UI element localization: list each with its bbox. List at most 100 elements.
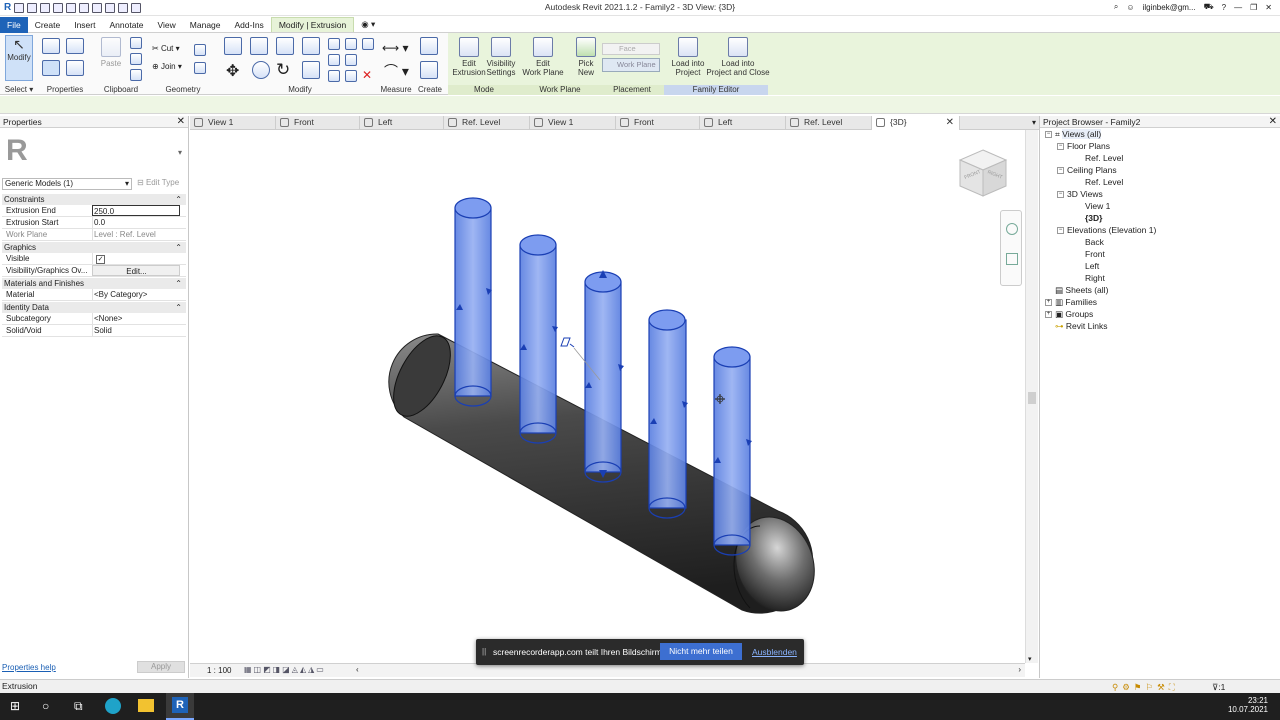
tab-front[interactable]: Front (276, 116, 360, 130)
tree-item-ref-level-ceiling[interactable]: Ref. Level (1085, 177, 1123, 187)
collapse-icon[interactable]: − (1057, 143, 1064, 151)
tree-item-families[interactable]: + ▥ Families (1045, 297, 1097, 307)
tab-add-ins[interactable]: Add-Ins (228, 18, 271, 32)
hide-button[interactable]: Ausblenden (752, 647, 797, 657)
split-face-icon[interactable] (194, 62, 206, 74)
cylinder-1[interactable] (454, 197, 492, 407)
type-dropdown-arrow-icon[interactable]: ▾ (178, 148, 182, 157)
steering-wheel-icon[interactable] (1006, 223, 1018, 235)
tree-item-view-1[interactable]: View 1 (1085, 201, 1110, 211)
create-parts-icon[interactable] (420, 61, 438, 79)
task-view-icon[interactable]: ⧉ (74, 699, 83, 714)
revit-taskbar-button[interactable]: R (166, 693, 194, 720)
split-element-icon[interactable] (328, 38, 340, 50)
move-icon[interactable]: ✥ (226, 61, 239, 81)
user-icon[interactable]: ☺ (1126, 3, 1134, 12)
edge-browser-icon[interactable] (105, 698, 121, 714)
edit-work-plane-button[interactable]: Edit Work Plane (520, 37, 566, 77)
dimension-icon[interactable]: ⌒ ▾ (384, 61, 409, 81)
collapse-icon[interactable]: − (1057, 227, 1064, 235)
close-icon[interactable]: ✕ (946, 116, 954, 129)
search-icon[interactable]: ○ (42, 699, 49, 713)
tree-item-ref-level-floor[interactable]: Ref. Level (1085, 153, 1123, 163)
restore-button[interactable]: ❐ (1250, 3, 1257, 12)
view-scale[interactable]: 1 : 100 (207, 666, 231, 675)
visibility-settings-button[interactable]: Visibility Settings (484, 37, 518, 77)
tree-item-right[interactable]: Right (1085, 273, 1105, 283)
tree-item-ceiling-plans[interactable]: − Ceiling Plans (1057, 165, 1117, 175)
array-icon[interactable] (328, 54, 340, 66)
section-identity[interactable]: Identity Data ⌃ (2, 302, 186, 313)
vertical-scrollbar[interactable]: ▾ (1025, 130, 1038, 663)
type-properties-icon[interactable] (42, 38, 60, 54)
tree-item-3d-views[interactable]: −3D Views (1057, 189, 1103, 199)
pick-new-button[interactable]: Pick New (572, 37, 600, 77)
trim-extend-icon[interactable] (302, 61, 320, 79)
pin-icon[interactable] (362, 38, 374, 50)
scroll-down-icon[interactable]: ▾ (1028, 655, 1032, 663)
visible-checkbox[interactable]: ✓ (92, 253, 180, 264)
measure-distance-icon[interactable]: ⟷ ▾ (382, 41, 409, 55)
cylinder-4[interactable] (648, 309, 687, 519)
edit-visibility-button[interactable]: Edit... (92, 265, 180, 276)
family-types-icon[interactable] (66, 38, 84, 54)
tree-item-elevations[interactable]: − Elevations (Elevation 1) (1057, 225, 1156, 235)
scroll-thumb[interactable] (1028, 392, 1036, 404)
drawing-area[interactable]: FRONT RIGHT (190, 130, 1025, 663)
extrusion-end-input[interactable]: 250.0 (92, 205, 180, 216)
expand-icon[interactable]: + (1045, 311, 1052, 319)
scissors-icon[interactable] (130, 37, 142, 49)
view-cube[interactable]: FRONT RIGHT (956, 146, 1010, 200)
tree-item-floor-plans[interactable]: − Floor Plans (1057, 141, 1110, 151)
tab-left-b[interactable]: Left (700, 116, 786, 130)
cart-icon[interactable]: ⛟ (1204, 2, 1214, 12)
tab-manage[interactable]: Manage (183, 18, 228, 32)
split-gap-icon[interactable] (345, 38, 357, 50)
modify-button[interactable]: ↖ Modify (5, 35, 33, 81)
minimize-button[interactable]: — (1234, 3, 1242, 12)
select-dropdown[interactable]: Select ▾ (0, 85, 38, 95)
tab-view[interactable]: View (151, 18, 183, 32)
collapse-icon[interactable]: − (1045, 131, 1052, 139)
tab-view-1b[interactable]: View 1 (530, 116, 616, 130)
view-cube-icon[interactable] (956, 146, 1010, 200)
tree-item-revit-links[interactable]: ⊶ Revit Links (1045, 321, 1107, 331)
tree-item-front[interactable]: Front (1085, 249, 1105, 259)
offset-icon[interactable] (250, 37, 268, 55)
edit-extrusion-button[interactable]: Edit Extrusion (452, 37, 486, 77)
scale-icon[interactable] (345, 54, 357, 66)
tab-modify-extrusion[interactable]: Modify | Extrusion (270, 17, 355, 32)
section-graphics[interactable]: Graphics ⌃ (2, 242, 186, 253)
cylinder-2[interactable] (519, 234, 557, 444)
type-selector[interactable]: Generic Models (1) ▾ (2, 178, 132, 190)
face-option[interactable]: Face (602, 43, 660, 55)
view-control-icons[interactable]: ▦◫◩◨◪◬◭◮▭ (244, 665, 326, 674)
copy-icon[interactable] (130, 53, 142, 65)
stop-sharing-button[interactable]: Nicht mehr teilen (660, 643, 742, 660)
tab-annotate[interactable]: Annotate (102, 18, 150, 32)
tree-item-views-all[interactable]: − ⌗ Views (all) (1045, 129, 1102, 139)
unpin-icon[interactable] (328, 70, 340, 82)
properties-help-link[interactable]: Properties help (2, 663, 56, 672)
solid-void-value[interactable]: Solid (92, 325, 180, 336)
delete-icon[interactable]: ✕ (362, 68, 372, 82)
tree-item-back[interactable]: Back (1085, 237, 1104, 247)
properties-icon[interactable] (42, 60, 60, 76)
collapse-icon[interactable]: − (1057, 167, 1064, 175)
scroll-left-icon[interactable]: ‹ (356, 665, 359, 674)
scroll-right-icon[interactable]: › (1018, 665, 1021, 674)
binoculars-icon[interactable]: ⌕ (1114, 2, 1118, 12)
tab-left[interactable]: Left (360, 116, 444, 130)
material-value[interactable]: <By Category> (92, 289, 180, 300)
join-button[interactable]: ⊕ Join ▾ (152, 62, 182, 71)
tree-item-3d[interactable]: {3D} (1085, 213, 1102, 223)
tab-file[interactable]: File (0, 16, 28, 33)
tab-view-1[interactable]: View 1 (190, 116, 276, 130)
copy-tool-icon[interactable] (252, 61, 270, 79)
cylinder-3[interactable] (584, 270, 622, 483)
file-explorer-icon[interactable] (138, 699, 154, 712)
cylinder-5[interactable] (713, 346, 751, 556)
cope-icon[interactable] (194, 44, 206, 56)
drag-handle-icon[interactable]: || (482, 647, 486, 656)
work-plane-option[interactable]: Work Plane (602, 58, 660, 72)
